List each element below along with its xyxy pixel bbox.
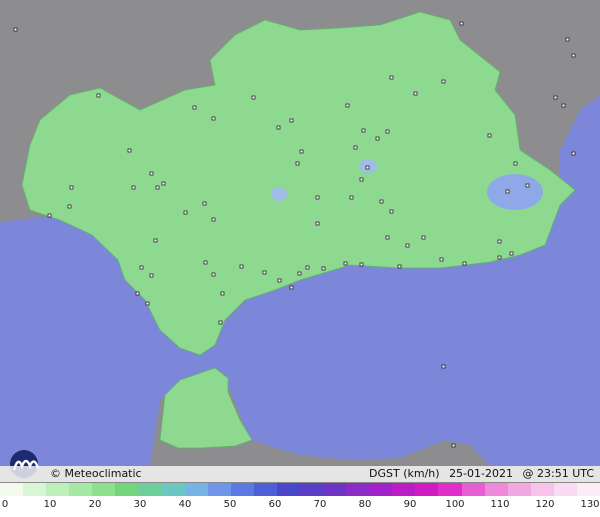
legend-color-swatch [23, 483, 47, 496]
legend-tick-label: 80 [358, 499, 372, 510]
map-canvas [0, 0, 600, 466]
legend-tick-label: 20 [88, 499, 102, 510]
time-label: @ 23:51 UTC [522, 467, 595, 480]
date-label: 25-01-2021 [449, 467, 513, 480]
gust-hotspot-small [271, 187, 287, 201]
legend-tick-label: 130 [580, 499, 600, 510]
legend-tick-label: 100 [445, 499, 465, 510]
color-legend: 0 10 20 30 40 50 60 70 80 90 100 110 120 130 [0, 483, 600, 517]
legend-color-swatch [346, 483, 370, 496]
credit-text: © Meteoclimatic [50, 467, 142, 480]
legend-color-swatch [530, 483, 554, 496]
legend-tick-label: 60 [268, 499, 282, 510]
legend-color-bar [0, 483, 600, 496]
legend-color-swatch [300, 483, 324, 496]
legend-color-swatch [507, 483, 531, 496]
legend-color-swatch [484, 483, 508, 496]
legend-color-swatch [138, 483, 162, 496]
weather-map: © Meteoclimatic DGST (km/h) 25-01-2021 @… [0, 0, 600, 517]
legend-color-swatch [0, 483, 24, 496]
legend-color-swatch [207, 483, 231, 496]
legend-color-swatch [576, 483, 600, 496]
gust-hotspot [487, 174, 543, 210]
legend-color-swatch [415, 483, 439, 496]
legend-color-swatch [161, 483, 185, 496]
legend-tick-label: 10 [43, 499, 57, 510]
legend-color-swatch [92, 483, 116, 496]
legend-color-swatch [69, 483, 93, 496]
legend-tick-label: 110 [490, 499, 510, 510]
legend-tick-label: 30 [133, 499, 147, 510]
legend-color-swatch [46, 483, 70, 496]
legend-color-swatch [253, 483, 277, 496]
legend-color-swatch [553, 483, 577, 496]
legend-color-swatch [323, 483, 347, 496]
legend-color-swatch [369, 483, 393, 496]
timestamp-label: DGST (km/h) 25-01-2021 @ 23:51 UTC [363, 467, 594, 481]
legend-tick-label: 40 [178, 499, 192, 510]
legend-color-swatch [184, 483, 208, 496]
legend-color-swatch [392, 483, 416, 496]
legend-tick-label: 70 [313, 499, 327, 510]
legend-tick-label: 90 [403, 499, 417, 510]
legend-tick-label: 0 [1, 499, 9, 510]
legend-color-swatch [276, 483, 301, 496]
legend-tick-label: 50 [223, 499, 237, 510]
legend-tick-label: 120 [535, 499, 555, 510]
legend-color-swatch [461, 483, 485, 496]
variable-label: DGST (km/h) [369, 467, 440, 480]
legend-color-swatch [438, 483, 462, 496]
legend-ticks: 0 10 20 30 40 50 60 70 80 90 100 110 120 130 [0, 497, 600, 517]
legend-color-swatch [230, 483, 254, 496]
legend-color-swatch [115, 483, 139, 496]
